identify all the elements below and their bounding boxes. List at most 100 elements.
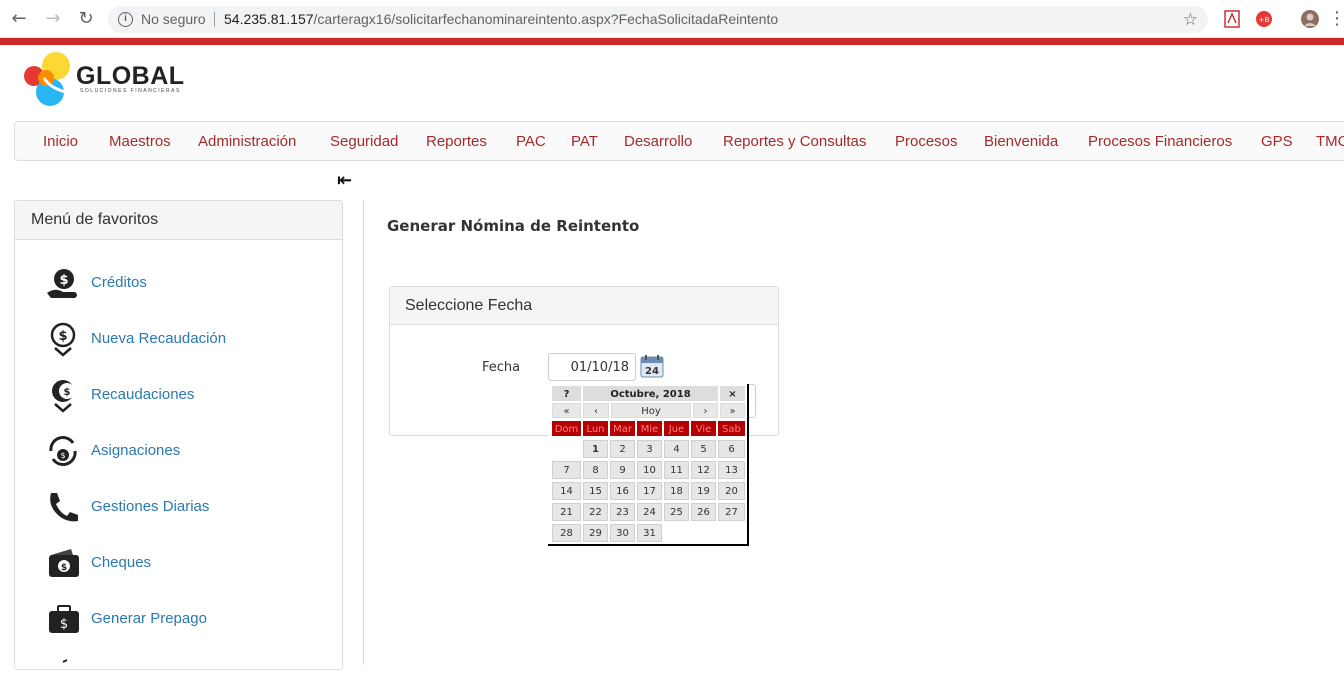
- calendar-prev-year-button[interactable]: «: [552, 403, 581, 418]
- calendar-day[interactable]: 15: [583, 482, 608, 500]
- calendar-day[interactable]: 9: [610, 461, 635, 479]
- calendar-close-button[interactable]: ×: [720, 386, 745, 401]
- menu-item-tmc[interactable]: TMC: [1316, 133, 1344, 150]
- day-name-lun: Lun: [583, 421, 608, 436]
- calendar-day[interactable]: 24: [637, 503, 662, 521]
- calendar-day[interactable]: 16: [610, 482, 635, 500]
- calendar-day[interactable]: 29: [583, 524, 608, 542]
- logo-tagline: SOLUCIONES FINANCIERAS: [80, 88, 181, 94]
- browser-menu-icon[interactable]: ⋮: [1326, 8, 1344, 30]
- url-host: 54.235.81.157: [224, 11, 314, 27]
- main-menu: Inicio Maestros Administración Seguridad…: [14, 121, 1344, 161]
- calendar-next-year-button[interactable]: »: [720, 403, 745, 418]
- svg-text:+B: +B: [1259, 16, 1270, 24]
- calendar-icon[interactable]: 24: [640, 354, 664, 378]
- svg-text:24: 24: [645, 366, 659, 377]
- briefcase-money-icon: $: [49, 605, 79, 633]
- address-separator: [214, 12, 215, 27]
- bookmark-star-icon[interactable]: ☆: [1183, 6, 1198, 33]
- back-arrow-icon[interactable]: ←: [8, 8, 30, 30]
- address-bar[interactable]: i No seguro 54.235.81.157/carteragx16/so…: [108, 6, 1208, 33]
- calendar-day[interactable]: 23: [610, 503, 635, 521]
- calendar-day[interactable]: 26: [691, 503, 716, 521]
- logo-name: GLOBAL: [76, 62, 185, 90]
- favorite-label: Créditos: [91, 274, 147, 291]
- collapse-sidebar-icon[interactable]: ⇤: [337, 170, 352, 191]
- day-name-jue: Jue: [664, 421, 689, 436]
- calendar-day[interactable]: 12: [691, 461, 716, 479]
- forward-arrow-icon[interactable]: →: [42, 8, 64, 30]
- menu-item-reportes-consultas[interactable]: Reportes y Consultas: [723, 133, 866, 150]
- svg-text:$: $: [60, 451, 65, 460]
- menu-item-desarrollo[interactable]: Desarrollo: [624, 133, 692, 150]
- phone-icon: [50, 493, 78, 522]
- favorite-label: Nueva Recaudación: [91, 330, 227, 347]
- calendar-day[interactable]: 11: [664, 461, 689, 479]
- extension-badge-icon[interactable]: +B: [1254, 9, 1274, 29]
- svg-text:$: $: [60, 617, 68, 632]
- favorite-label: Asignaciones: [91, 442, 181, 459]
- menu-item-bienvenida[interactable]: Bienvenida: [984, 133, 1058, 150]
- favorite-nueva-recaudacion[interactable]: $ Nueva Recaudación: [45, 321, 335, 361]
- favorite-cheques[interactable]: $ Cheques: [45, 545, 335, 585]
- calendar-prev-month-button[interactable]: ‹: [583, 403, 609, 418]
- calendar-day[interactable]: 5: [691, 440, 716, 458]
- url-text[interactable]: 54.235.81.157/carteragx16/solicitarfecha…: [224, 6, 778, 33]
- refresh-money-icon: $: [49, 436, 77, 466]
- menu-item-seguridad[interactable]: Seguridad: [330, 133, 398, 150]
- favorite-creditos[interactable]: $ Créditos: [45, 265, 335, 305]
- menu-item-inicio[interactable]: Inicio: [43, 133, 78, 150]
- svg-text:$: $: [58, 329, 67, 344]
- calendar-popup: ? Octubre, 2018 × « ‹ Hoy › » Dom Lun Ma…: [548, 384, 749, 546]
- calendar-day[interactable]: 28: [552, 524, 581, 542]
- menu-item-procesos-financieros[interactable]: Procesos Financieros: [1088, 133, 1232, 150]
- menu-item-reportes[interactable]: Reportes: [426, 133, 487, 150]
- calendar-day[interactable]: 27: [718, 503, 745, 521]
- favorite-asignaciones[interactable]: $ Asignaciones: [45, 433, 335, 473]
- calendar-day[interactable]: 1: [583, 440, 608, 458]
- calendar-day[interactable]: 30: [610, 524, 635, 542]
- calendar-day[interactable]: 10: [637, 461, 662, 479]
- menu-item-gps[interactable]: GPS: [1261, 133, 1293, 150]
- calendar-day[interactable]: 6: [718, 440, 745, 458]
- svg-text:$: $: [61, 563, 67, 573]
- page-title: Generar Nómina de Reintento: [387, 217, 640, 235]
- calendar-day[interactable]: 18: [664, 482, 689, 500]
- favorite-gestiones-diarias[interactable]: Gestiones Diarias: [45, 489, 335, 529]
- favorite-recaudaciones[interactable]: $ Recaudaciones: [45, 377, 335, 417]
- calendar-today-button[interactable]: Hoy: [611, 403, 691, 418]
- menu-item-pat[interactable]: PAT: [571, 133, 598, 150]
- menu-item-pac[interactable]: PAC: [516, 133, 546, 150]
- pdf-extension-icon[interactable]: [1222, 9, 1242, 29]
- calendar-day[interactable]: 8: [583, 461, 608, 479]
- calendar-day[interactable]: 14: [552, 482, 581, 500]
- calendar-day[interactable]: 17: [637, 482, 662, 500]
- info-icon[interactable]: i: [118, 12, 133, 27]
- global-logo[interactable]: GLOBAL SOLUCIONES FINANCIERAS: [20, 48, 200, 114]
- calendar-next-month-button[interactable]: ›: [693, 403, 718, 418]
- favorite-label: Cheques: [91, 554, 152, 571]
- menu-item-maestros[interactable]: Maestros: [109, 133, 171, 150]
- calendar-day[interactable]: 13: [718, 461, 745, 479]
- menu-item-procesos[interactable]: Procesos: [895, 133, 958, 150]
- favorite-more-partial[interactable]: [45, 656, 335, 696]
- calendar-day[interactable]: 19: [691, 482, 716, 500]
- calendar-help-button[interactable]: ?: [552, 386, 581, 401]
- calendar-day[interactable]: 4: [664, 440, 689, 458]
- money-hand-icon: $: [47, 269, 77, 298]
- profile-avatar-icon[interactable]: [1300, 9, 1320, 29]
- calendar-day[interactable]: 7: [552, 461, 581, 479]
- favorite-generar-prepago[interactable]: $ Generar Prepago: [45, 601, 335, 641]
- calendar-day[interactable]: 3: [637, 440, 662, 458]
- calendar-day[interactable]: 22: [583, 503, 608, 521]
- calendar-day[interactable]: 25: [664, 503, 689, 521]
- calendar-day[interactable]: 20: [718, 482, 745, 500]
- fecha-input[interactable]: [548, 353, 636, 381]
- reload-icon[interactable]: ↻: [75, 8, 97, 30]
- partial-icon: [62, 659, 68, 663]
- calendar-day[interactable]: 2: [610, 440, 635, 458]
- favorite-label: Generar Prepago: [91, 610, 207, 627]
- menu-item-administracion[interactable]: Administración: [198, 133, 296, 150]
- calendar-day[interactable]: 31: [637, 524, 662, 542]
- calendar-day[interactable]: 21: [552, 503, 581, 521]
